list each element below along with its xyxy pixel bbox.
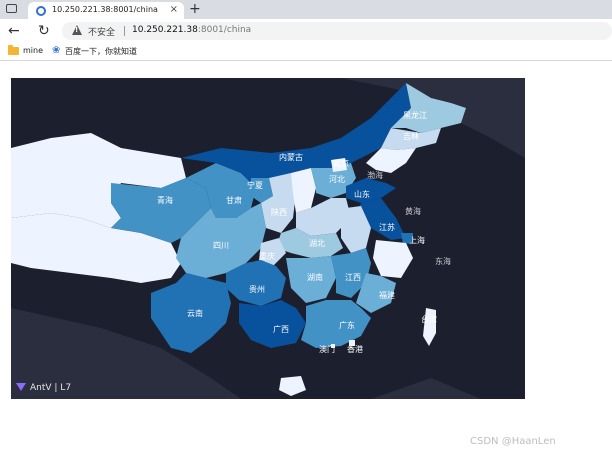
province-guangdong[interactable]: [301, 300, 371, 348]
active-tab[interactable]: 10.250.221.38:8001/china ×: [28, 2, 184, 20]
label-taiwan: 台湾: [421, 314, 437, 324]
china-choropleth-map[interactable]: 黑龙江 吉林 内蒙古 北京 河北 渤海 宁夏 山东 甘肃 青海 陕西 黄海 江苏…: [11, 78, 525, 399]
label-hunan: 湖南: [307, 272, 323, 282]
close-icon[interactable]: ×: [170, 4, 178, 16]
attribution-text: AntV | L7: [30, 383, 72, 393]
warning-icon: [72, 25, 82, 35]
province-zhejiang[interactable]: [373, 240, 413, 278]
label-sichuan: 四川: [213, 241, 229, 250]
tab-actions-icon[interactable]: [6, 4, 17, 13]
divider: [124, 26, 125, 36]
label-guizhou: 贵州: [249, 284, 265, 294]
favicon-icon: [36, 6, 46, 16]
province-guangxi[interactable]: [239, 300, 306, 348]
label-donghai: 东海: [435, 256, 451, 266]
map-canvas[interactable]: 黑龙江 吉林 内蒙古 北京 河北 渤海 宁夏 山东 甘肃 青海 陕西 黄海 江苏…: [11, 78, 525, 399]
attribution[interactable]: AntV | L7: [16, 383, 71, 393]
label-hubei: 湖北: [309, 239, 325, 248]
url-text[interactable]: 10.250.221.38:8001/china: [132, 25, 251, 35]
label-ningxia: 宁夏: [247, 180, 263, 190]
label-heilongjiang: 黑龙江: [403, 110, 427, 120]
label-bohai: 渤海: [367, 170, 383, 180]
label-shanghai: 上海: [409, 235, 425, 245]
bookmark-mine[interactable]: mine: [23, 46, 43, 55]
label-qinghai: 青海: [157, 195, 173, 205]
antv-logo-icon: [16, 383, 26, 391]
tab-strip: 10.250.221.38:8001/china × +: [0, 0, 612, 20]
label-hongkong: 香港: [347, 344, 363, 354]
label-guangxi: 广西: [273, 324, 289, 334]
label-shandong: 山东: [354, 189, 370, 199]
label-yunnan: 云南: [187, 308, 203, 318]
label-macao: 澳门: [319, 344, 335, 354]
reload-button[interactable]: ↻: [38, 21, 50, 41]
label-hebei: 河北: [329, 174, 345, 184]
back-button[interactable]: ←: [8, 21, 20, 41]
browser-toolbar: ← ↻ 不安全 10.250.221.38:8001/china: [0, 19, 612, 43]
label-guangdong: 广东: [339, 320, 355, 330]
url-path: :8001/china: [197, 25, 252, 35]
folder-icon[interactable]: [8, 45, 19, 55]
label-chongqing: 重庆: [259, 251, 275, 261]
label-shaanxi: 陕西: [271, 207, 287, 217]
address-bar[interactable]: 不安全 10.250.221.38:8001/china: [62, 22, 612, 40]
label-beijing: 北京: [333, 158, 349, 168]
bookmarks-bar: mine ❀ 百度一下，你就知道: [0, 43, 612, 61]
paw-icon[interactable]: ❀: [52, 45, 60, 57]
label-gansu: 甘肃: [226, 195, 242, 205]
bookmark-baidu[interactable]: 百度一下，你就知道: [65, 46, 137, 57]
province-hainan[interactable]: [279, 376, 306, 396]
tab-title: 10.250.221.38:8001/china: [52, 5, 158, 14]
neighbor-land: [371, 378, 481, 399]
security-label[interactable]: 不安全: [88, 25, 115, 38]
label-fujian: 福建: [379, 290, 395, 300]
label-jiangxi: 江西: [345, 273, 361, 282]
label-inner-mongolia: 内蒙古: [279, 152, 303, 162]
label-huanghai: 黄海: [405, 206, 421, 216]
label-jilin: 吉林: [403, 131, 419, 141]
new-tab-button[interactable]: +: [189, 0, 201, 18]
province-shanxi[interactable]: [291, 168, 316, 213]
province-taiwan[interactable]: [423, 308, 436, 346]
watermark: CSDN @HaanLen: [470, 436, 556, 447]
url-host: 10.250.221.38: [132, 25, 198, 35]
label-jiangsu: 江苏: [379, 222, 395, 232]
